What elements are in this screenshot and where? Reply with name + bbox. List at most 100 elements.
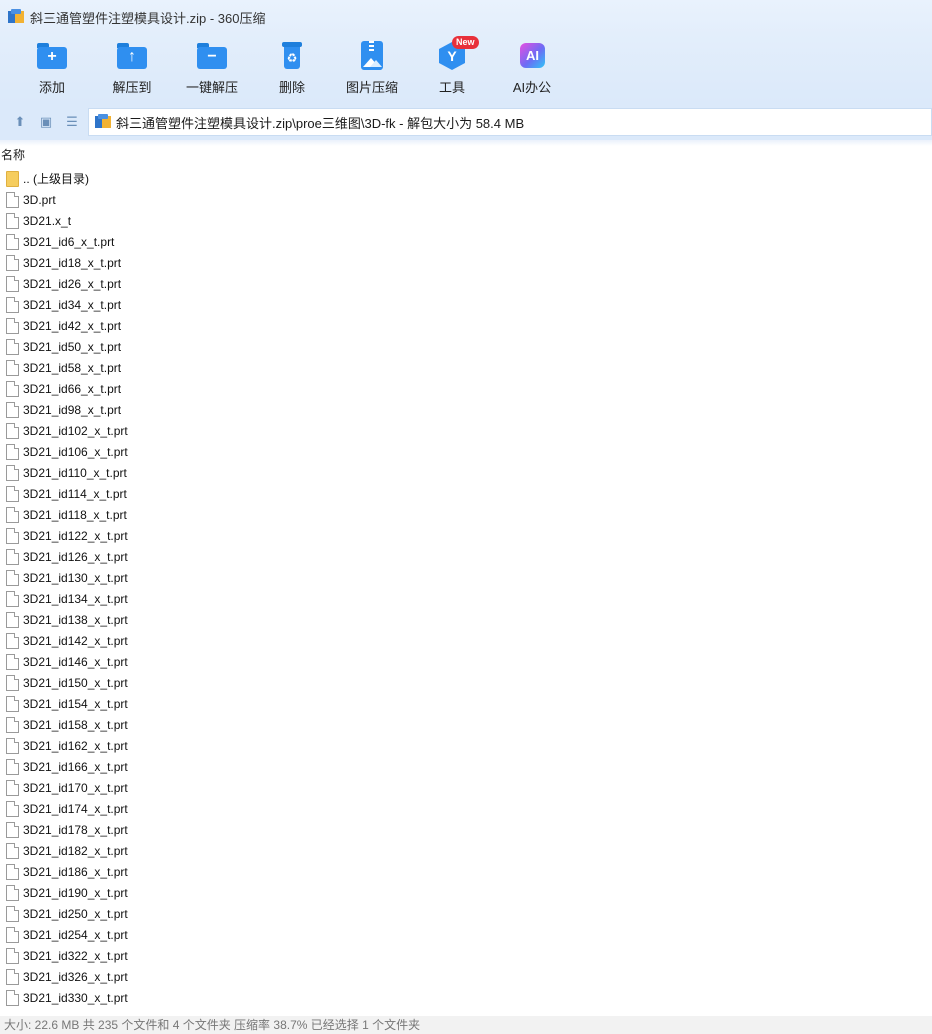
file-icon <box>6 317 19 334</box>
file-icon <box>6 947 19 964</box>
file-name: 3D21_id142_x_t.prt <box>23 633 128 648</box>
list-item[interactable]: 3D.prt <box>0 189 932 210</box>
file-icon <box>6 863 19 880</box>
list-item[interactable]: 3D21_id114_x_t.prt <box>0 483 932 504</box>
list-item[interactable]: 3D21_id158_x_t.prt <box>0 714 932 735</box>
file-icon <box>6 737 19 754</box>
file-name: 3D21_id254_x_t.prt <box>23 927 128 942</box>
ai-office-button[interactable]: AI AI办公 <box>492 34 572 104</box>
list-item[interactable]: 3D21_id106_x_t.prt <box>0 441 932 462</box>
file-name: 3D21_id162_x_t.prt <box>23 738 128 753</box>
list-item[interactable]: 3D21_id118_x_t.prt <box>0 504 932 525</box>
column-header-name[interactable]: 名称 <box>0 146 932 166</box>
list-item[interactable]: 3D21_id150_x_t.prt <box>0 672 932 693</box>
file-name: 3D21_id190_x_t.prt <box>23 885 128 900</box>
list-item[interactable]: 3D21.x_t <box>0 210 932 231</box>
list-item[interactable]: 3D21_id330_x_t.prt <box>0 987 932 1008</box>
file-name: 3D21_id42_x_t.prt <box>23 318 122 333</box>
image-compress-button-label: 图片压缩 <box>345 80 398 95</box>
list-item[interactable]: 3D21_id162_x_t.prt <box>0 735 932 756</box>
archive-icon <box>95 114 111 130</box>
image-compress-icon <box>361 41 383 70</box>
list-item[interactable]: 3D21_id182_x_t.prt <box>0 840 932 861</box>
add-button[interactable]: + 添加 <box>12 34 92 104</box>
image-compress-button[interactable]: 图片压缩 <box>332 34 412 104</box>
list-item[interactable]: 3D21_id174_x_t.prt <box>0 798 932 819</box>
file-name: 3D21_id182_x_t.prt <box>23 843 128 858</box>
new-badge: New <box>452 36 479 49</box>
list-item[interactable]: 3D21_id142_x_t.prt <box>0 630 932 651</box>
list-item[interactable]: 3D21_id34_x_t.prt <box>0 294 932 315</box>
list-item[interactable]: 3D21_id66_x_t.prt <box>0 378 932 399</box>
list-item[interactable]: 3D21_id170_x_t.prt <box>0 777 932 798</box>
file-icon <box>6 779 19 796</box>
file-icon <box>6 254 19 271</box>
list-item-parent-folder[interactable]: .. (上级目录) <box>0 168 932 189</box>
list-item[interactable]: 3D21_id186_x_t.prt <box>0 861 932 882</box>
list-item[interactable]: 3D21_id122_x_t.prt <box>0 525 932 546</box>
window-title: 斜三通管塑件注塑模具设计.zip - 360压缩 <box>30 10 266 26</box>
up-arrow-icon[interactable]: ⬆ <box>11 113 29 131</box>
file-icon <box>6 695 19 712</box>
file-icon <box>6 800 19 817</box>
list-item[interactable]: 3D21_id138_x_t.prt <box>0 609 932 630</box>
file-icon <box>6 338 19 355</box>
file-icon <box>6 380 19 397</box>
file-icon <box>6 506 19 523</box>
file-icon <box>6 989 19 1006</box>
list-item[interactable]: 3D21_id178_x_t.prt <box>0 819 932 840</box>
status-bar: 大小: 22.6 MB 共 235 个文件和 4 个文件夹 压缩率 38.7% … <box>0 1016 932 1034</box>
file-icon <box>6 905 19 922</box>
file-name: 3D21_id6_x_t.prt <box>23 234 115 249</box>
ai-office-icon: AI <box>520 43 545 68</box>
file-icon <box>6 485 19 502</box>
list-item[interactable]: 3D21_id26_x_t.prt <box>0 273 932 294</box>
file-icon <box>6 401 19 418</box>
list-item[interactable]: 3D21_id154_x_t.prt <box>0 693 932 714</box>
file-icon <box>6 548 19 565</box>
list-item[interactable]: 3D21_id134_x_t.prt <box>0 588 932 609</box>
list-item[interactable]: 3D21_id18_x_t.prt <box>0 252 932 273</box>
thumbnail-view-icon[interactable]: ▣ <box>37 113 55 131</box>
file-icon <box>6 716 19 733</box>
list-view-icon[interactable]: ☰ <box>63 113 81 131</box>
list-item[interactable]: 3D21_id50_x_t.prt <box>0 336 932 357</box>
extract-to-button-label: 解压到 <box>112 80 152 95</box>
list-item[interactable]: 3D21_id58_x_t.prt <box>0 357 932 378</box>
list-item[interactable]: 3D21_id42_x_t.prt <box>0 315 932 336</box>
file-icon <box>6 443 19 460</box>
file-name: 3D21_id122_x_t.prt <box>23 528 128 543</box>
file-name: 3D21_id250_x_t.prt <box>23 906 128 921</box>
file-icon <box>6 296 19 313</box>
list-item[interactable]: 3D21_id326_x_t.prt <box>0 966 932 987</box>
list-item[interactable]: 3D21_id6_x_t.prt <box>0 231 932 252</box>
file-name: 3D.prt <box>23 192 56 207</box>
delete-button[interactable]: ♻ 删除 <box>252 34 332 104</box>
file-list[interactable]: .. (上级目录) 3D.prt 3D21.x_t 3D21_id6_x_t.p… <box>0 168 932 1015</box>
extract-to-button[interactable]: ↑ 解压到 <box>92 34 172 104</box>
file-name: 3D21_id106_x_t.prt <box>23 444 128 459</box>
file-icon <box>6 632 19 649</box>
file-name: 3D21_id34_x_t.prt <box>23 297 122 312</box>
file-name: 3D21_id18_x_t.prt <box>23 255 122 270</box>
list-item[interactable]: 3D21_id254_x_t.prt <box>0 924 932 945</box>
list-item[interactable]: 3D21_id190_x_t.prt <box>0 882 932 903</box>
list-item[interactable]: 3D21_id146_x_t.prt <box>0 651 932 672</box>
file-name: 3D21_id166_x_t.prt <box>23 759 128 774</box>
file-icon <box>6 758 19 775</box>
list-item[interactable]: 3D21_id126_x_t.prt <box>0 546 932 567</box>
list-item[interactable]: 3D21_id130_x_t.prt <box>0 567 932 588</box>
address-field[interactable]: 斜三通管塑件注塑模具设计.zip\proe三维图\3D-fk - 解包大小为 5… <box>88 108 932 136</box>
list-item[interactable]: 3D21_id250_x_t.prt <box>0 903 932 924</box>
file-name: 3D21_id170_x_t.prt <box>23 780 128 795</box>
list-item[interactable]: 3D21_id98_x_t.prt <box>0 399 932 420</box>
ai-office-button-label: AI办公 <box>512 80 552 95</box>
one-click-extract-button[interactable]: − 一键解压 <box>172 34 252 104</box>
list-item[interactable]: 3D21_id102_x_t.prt <box>0 420 932 441</box>
tools-button[interactable]: Y New 工具 <box>412 34 492 104</box>
file-icon <box>6 191 19 208</box>
list-item[interactable]: 3D21_id110_x_t.prt <box>0 462 932 483</box>
list-item[interactable]: 3D21_id322_x_t.prt <box>0 945 932 966</box>
file-name: 3D21_id114_x_t.prt <box>23 486 127 501</box>
list-item[interactable]: 3D21_id166_x_t.prt <box>0 756 932 777</box>
